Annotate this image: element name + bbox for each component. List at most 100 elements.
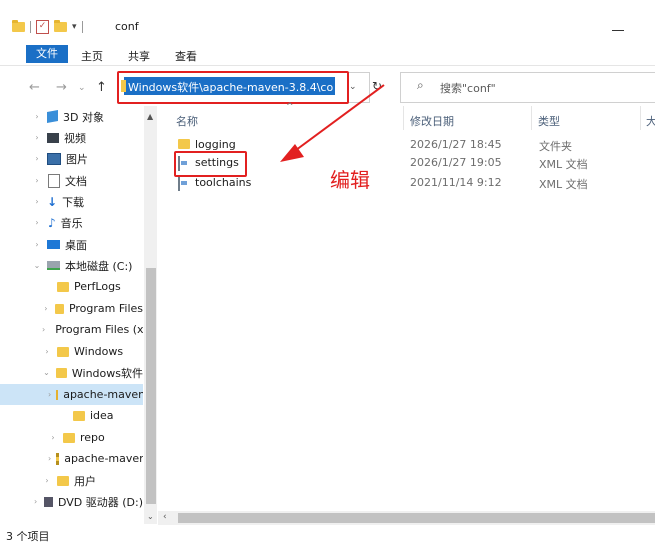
expand-chevron-icon[interactable]: › bbox=[42, 476, 52, 485]
new-folder-icon[interactable] bbox=[54, 20, 67, 32]
annotation-arrow-icon bbox=[280, 84, 385, 162]
expand-chevron-icon[interactable]: › bbox=[42, 304, 50, 313]
nav-label: apache-maven-3.8.4-bin.zip bbox=[64, 452, 143, 465]
nav-label: 3D 对象 bbox=[63, 110, 104, 124]
xml-file-icon bbox=[178, 176, 180, 191]
content-scrollbar-thumb[interactable] bbox=[178, 513, 655, 523]
expand-chevron-icon[interactable]: › bbox=[32, 133, 42, 142]
zip-folder-icon bbox=[56, 452, 60, 465]
nav-label: Windows bbox=[74, 345, 124, 358]
file-date: 2026/1/27 18:45 bbox=[410, 138, 502, 151]
expand-chevron-icon[interactable]: › bbox=[48, 454, 51, 463]
back-arrow-icon[interactable]: ← bbox=[29, 80, 40, 95]
column-divider[interactable] bbox=[403, 106, 404, 130]
pictures-icon bbox=[47, 152, 61, 165]
nav-item-local-disk[interactable]: ⌄ 本地磁盘 (C:) bbox=[0, 255, 143, 276]
folder-icon bbox=[56, 367, 67, 378]
expand-chevron-icon[interactable]: › bbox=[32, 112, 42, 121]
tab-share[interactable]: 共享 bbox=[128, 48, 150, 64]
nav-item-3d-objects[interactable]: › 3D 对象 bbox=[0, 106, 143, 127]
column-divider[interactable] bbox=[531, 106, 532, 130]
nav-item-videos[interactable]: › 视频 bbox=[0, 127, 143, 148]
collapse-chevron-icon[interactable]: ⌄ bbox=[32, 261, 42, 270]
file-row-toolchains[interactable]: toolchains 2021/11/14 9:12 XML 文档 bbox=[175, 174, 655, 193]
nav-item-repo[interactable]: › repo bbox=[0, 427, 143, 448]
nav-label: 音乐 bbox=[60, 216, 83, 230]
documents-icon bbox=[48, 173, 60, 188]
folder-icon bbox=[73, 410, 85, 421]
folder-icon bbox=[63, 432, 75, 443]
expand-chevron-icon[interactable]: › bbox=[32, 197, 42, 206]
nav-item-apache-maven[interactable]: › apache-maven-3.8.4 bbox=[0, 384, 143, 405]
recent-locations-chevron-icon[interactable]: ⌄ bbox=[78, 83, 86, 93]
folder-icon bbox=[12, 20, 25, 32]
nav-label: 下载 bbox=[62, 195, 85, 209]
nav-label: repo bbox=[80, 431, 105, 444]
properties-icon[interactable]: ✓ bbox=[36, 20, 49, 34]
customize-toolbar-icon[interactable]: ▾ bbox=[72, 22, 77, 32]
minimize-button[interactable] bbox=[612, 30, 624, 31]
column-header-name[interactable]: 名称 bbox=[176, 113, 198, 129]
folder-icon bbox=[54, 303, 64, 314]
nav-item-dvd-drive[interactable]: › DVD 驱动器 (D:) bbox=[0, 491, 143, 512]
column-header-date[interactable]: 修改日期 bbox=[410, 113, 454, 129]
column-divider[interactable] bbox=[640, 106, 641, 130]
divider bbox=[81, 21, 83, 33]
scroll-left-icon[interactable]: ‹ bbox=[163, 512, 167, 522]
folder-icon bbox=[57, 475, 69, 486]
expand-chevron-icon[interactable]: › bbox=[32, 218, 42, 227]
column-header-type[interactable]: 类型 bbox=[538, 113, 560, 129]
nav-item-pictures[interactable]: › 图片 bbox=[0, 148, 143, 169]
file-type: 文件夹 bbox=[539, 140, 572, 153]
nav-label: Program Files (x86) bbox=[55, 323, 143, 336]
search-input[interactable] bbox=[400, 72, 655, 103]
folder-icon bbox=[178, 139, 190, 149]
expand-chevron-icon[interactable]: › bbox=[32, 176, 42, 185]
file-row-logging[interactable]: logging 2026/1/27 18:45 文件夹 bbox=[175, 136, 655, 155]
expand-chevron-icon[interactable]: › bbox=[48, 390, 51, 399]
expand-chevron-icon[interactable]: › bbox=[32, 240, 42, 249]
nav-item-idea[interactable]: idea bbox=[0, 405, 143, 426]
nav-item-apache-maven-zip[interactable]: › apache-maven-3.8.4-bin.zip bbox=[0, 448, 143, 469]
divider bbox=[30, 21, 31, 33]
nav-item-downloads[interactable]: › ↓ 下载 bbox=[0, 191, 143, 212]
nav-item-music[interactable]: › ♪ 音乐 bbox=[0, 212, 143, 233]
nav-scrollbar-thumb[interactable] bbox=[146, 268, 156, 504]
expand-chevron-icon[interactable]: › bbox=[42, 325, 45, 334]
nav-item-users[interactable]: › 用户 bbox=[0, 470, 143, 491]
nav-item-program-files-x86[interactable]: › Program Files (x86) bbox=[0, 319, 143, 340]
expand-chevron-icon[interactable]: › bbox=[32, 154, 42, 163]
drive-icon bbox=[47, 261, 60, 270]
column-header-size[interactable]: 大 bbox=[646, 113, 655, 129]
scroll-up-icon[interactable]: ▲ bbox=[147, 112, 153, 121]
nav-label: Program Files bbox=[68, 302, 143, 315]
nav-item-desktop[interactable]: › 桌面 bbox=[0, 234, 143, 255]
file-name: logging bbox=[195, 138, 236, 151]
nav-label: 文档 bbox=[65, 174, 87, 188]
tab-view[interactable]: 查看 bbox=[175, 48, 197, 64]
nav-item-windows[interactable]: › Windows bbox=[0, 341, 143, 362]
nav-item-documents[interactable]: › 文档 bbox=[0, 170, 143, 191]
quick-access-toolbar: ✓ ▾ bbox=[12, 20, 83, 34]
forward-arrow-icon[interactable]: → bbox=[56, 80, 67, 95]
tab-file[interactable]: 文件 bbox=[26, 45, 68, 63]
expand-chevron-icon[interactable]: › bbox=[32, 497, 39, 506]
file-type: XML 文档 bbox=[539, 178, 588, 191]
settings-highlight-box bbox=[174, 151, 247, 177]
folder-open-icon bbox=[56, 389, 59, 400]
nav-item-windows-software[interactable]: ⌄ Windows软件 bbox=[0, 362, 143, 383]
nav-item-perflogs[interactable]: PerfLogs bbox=[0, 276, 143, 297]
nav-label: idea bbox=[90, 409, 114, 422]
nav-item-program-files[interactable]: › Program Files bbox=[0, 298, 143, 319]
file-row-settings[interactable]: settings 2026/1/27 19:05 XML 文档 bbox=[175, 154, 655, 173]
title-bar bbox=[0, 0, 655, 38]
expand-chevron-icon[interactable]: › bbox=[42, 347, 52, 356]
desktop-icon bbox=[47, 240, 60, 249]
expand-chevron-icon[interactable]: › bbox=[48, 433, 58, 442]
download-icon: ↓ bbox=[47, 194, 58, 209]
collapse-chevron-icon[interactable]: ⌄ bbox=[42, 368, 51, 377]
up-arrow-icon[interactable]: ↑ bbox=[96, 80, 107, 95]
tab-home[interactable]: 主页 bbox=[81, 48, 103, 64]
scroll-down-icon[interactable]: ⌄ bbox=[147, 512, 154, 521]
nav-label: 视频 bbox=[64, 131, 86, 145]
